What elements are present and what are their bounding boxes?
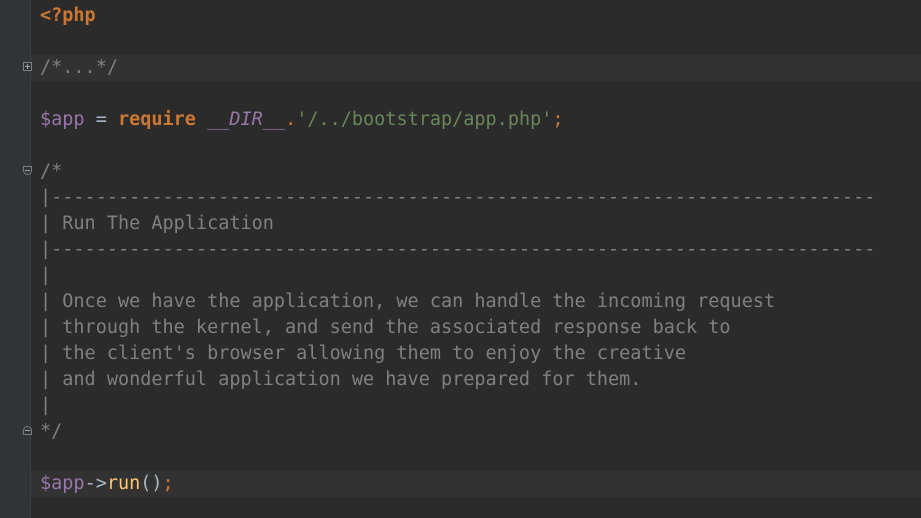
code-line-10[interactable]: |---------------------------------------… [31, 237, 921, 263]
code-line-16[interactable]: | [31, 393, 921, 419]
fold-expand-icon[interactable] [23, 62, 32, 71]
code-line-12[interactable]: | Once we have the application, we can h… [31, 289, 921, 315]
variable-app: $app [40, 109, 85, 130]
code-line-6[interactable] [31, 133, 921, 159]
code-line-5[interactable]: $app = require __DIR__.'/../bootstrap/ap… [31, 107, 921, 133]
code-line-2[interactable] [31, 29, 921, 55]
code-line-11[interactable]: | [31, 263, 921, 289]
concat-operator: . [285, 109, 297, 130]
code-line-3[interactable]: /*...*/ [23, 55, 921, 81]
comment-divider: |---------------------------------------… [40, 187, 876, 208]
code-line-9[interactable]: | Run The Application [31, 211, 921, 237]
comment-text: | the client's browser allowing them to … [40, 343, 687, 364]
comment-close: */ [40, 421, 63, 442]
comment-open: /* [40, 161, 63, 182]
code-editor[interactable]: <?php /*...*/ $app = require __DIR__.'/.… [0, 0, 921, 518]
editor-gutter[interactable] [0, 0, 31, 518]
code-line-4[interactable] [31, 81, 921, 107]
code-line-14[interactable]: | the client's browser allowing them to … [31, 341, 921, 367]
comment-text: | [40, 395, 52, 416]
path-string: '/../bootstrap/app.php' [296, 109, 553, 130]
arrow-operator: -> [84, 473, 107, 494]
fold-collapse-icon[interactable] [23, 426, 32, 435]
code-area[interactable]: <?php /*...*/ $app = require __DIR__.'/.… [23, 3, 921, 497]
require-keyword: require [117, 109, 196, 130]
code-line-19[interactable]: $app->run(); [31, 471, 921, 497]
code-line-8[interactable]: |---------------------------------------… [31, 185, 921, 211]
code-line-7[interactable]: /* [23, 159, 921, 185]
code-line-15[interactable]: | and wonderful application we have prep… [31, 367, 921, 393]
code-line-1[interactable]: <?php [31, 3, 921, 29]
code-line-17[interactable]: */ [23, 419, 921, 445]
dir-constant: __DIR__ [207, 109, 286, 130]
semicolon: ; [162, 473, 174, 494]
comment-text: | [40, 265, 52, 286]
code-line-18[interactable] [31, 445, 921, 471]
code-line-13[interactable]: | through the kernel, and send the assoc… [31, 315, 921, 341]
comment-divider: |---------------------------------------… [40, 239, 876, 260]
assign-operator: = [84, 109, 118, 130]
comment-text: | and wonderful application we have prep… [40, 369, 642, 390]
semicolon: ; [552, 109, 564, 130]
php-open-tag: <?php [40, 5, 96, 26]
comment-heading: | Run The Application [40, 213, 274, 234]
comment-text: | Once we have the application, we can h… [40, 291, 776, 312]
variable-app: $app [40, 473, 85, 494]
folded-comment[interactable]: /*...*/ [40, 57, 118, 78]
comment-text: | through the kernel, and send the assoc… [40, 317, 731, 338]
parens: () [140, 473, 163, 494]
run-method: run [106, 473, 141, 494]
fold-collapse-icon[interactable] [23, 166, 32, 175]
